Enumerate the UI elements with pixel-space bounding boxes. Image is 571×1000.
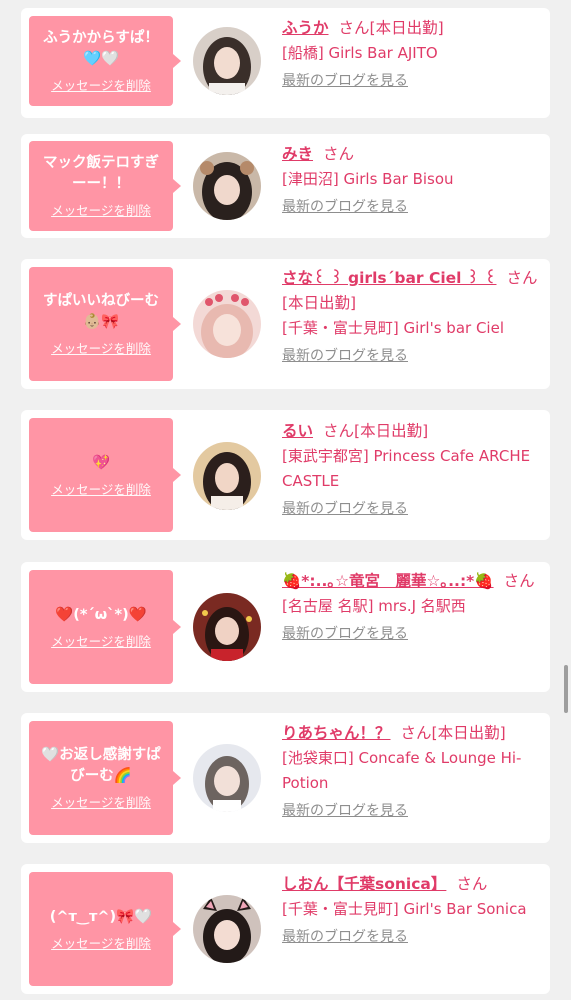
message-text: 💖 <box>91 454 111 471</box>
delete-message-link[interactable]: メッセージを削除 <box>51 479 151 498</box>
profile-name-link[interactable]: さな꒰ ꒱ girls´bar Ciel ꒱ ꒰ <box>282 269 496 287</box>
honorific: さん <box>506 269 538 287</box>
avatar-image <box>193 152 261 220</box>
message-bubble: マック飯テロすぎーー！！ メッセージを削除 <box>29 141 173 231</box>
honorific: さん <box>323 145 355 163</box>
message-bubble: (^ᴛ‿ᴛ^)🎀🤍 メッセージを削除 <box>29 872 173 986</box>
honorific: さん <box>456 875 488 893</box>
honorific: さん <box>503 572 535 590</box>
message-card: ふうかからすぱ！🩵🤍 メッセージを削除 ふうか さん[本日出勤] [船橋] Gir… <box>21 8 550 118</box>
profile-name-link[interactable]: しおん【千葉sonica】 <box>282 875 446 893</box>
profile-name-link[interactable]: みき <box>282 145 313 163</box>
avatar[interactable] <box>193 744 261 812</box>
shop-label: [千葉・富士見町] Girl's bar Ciel <box>282 319 504 337</box>
message-card: 💖 メッセージを削除 るい さん[本日出勤] [東武宇都宮] Princess C… <box>21 410 550 540</box>
profile-info: みき さん [津田沼] Girls Bar Bisou 最新のブログを見る <box>282 142 544 218</box>
attendance-tag: [本日出勤] <box>369 19 444 37</box>
message-text: ❤️(*´ω`*)❤️ <box>55 606 147 623</box>
message-card: ❤️(*´ω`*)❤️ メッセージを削除 🍓*:..｡☆竜宮 麗華☆｡..:*🍓… <box>21 562 550 692</box>
profile-name-link[interactable]: 🍓*:..｡☆竜宮 麗華☆｡..:*🍓 <box>282 572 494 590</box>
message-text: ふうかからすぱ！🩵🤍 <box>43 30 159 67</box>
shop-label: [千葉・富士見町] Girl's Bar Sonica <box>282 900 527 918</box>
shop-label: [津田沼] Girls Bar Bisou <box>282 170 454 188</box>
delete-message-link[interactable]: メッセージを削除 <box>51 75 151 94</box>
delete-message-link[interactable]: メッセージを削除 <box>51 933 151 952</box>
message-text: すぱいいねびーむ👶🏼🎀 <box>43 293 159 330</box>
profile-name-link[interactable]: るい <box>282 422 313 440</box>
latest-blog-link[interactable]: 最新のブログを見る <box>282 345 408 367</box>
honorific: さん <box>338 19 370 37</box>
avatar-image <box>193 442 261 510</box>
avatar-image <box>193 27 261 95</box>
message-card: すぱいいねびーむ👶🏼🎀 メッセージを削除 さな꒰ ꒱ girls´bar Cie… <box>21 259 550 389</box>
latest-blog-link[interactable]: 最新のブログを見る <box>282 498 408 520</box>
shop-label: [東武宇都宮] Princess Cafe ARCHE CASTLE <box>282 447 531 490</box>
profile-info: りあちゃん！？ さん[本日出勤] [池袋東口] Concafe & Lounge … <box>282 721 544 822</box>
avatar[interactable] <box>193 152 261 220</box>
avatar[interactable] <box>193 442 261 510</box>
latest-blog-link[interactable]: 最新のブログを見る <box>282 196 408 218</box>
profile-name-link[interactable]: ふうか <box>282 19 329 37</box>
avatar-image <box>193 593 261 661</box>
latest-blog-link[interactable]: 最新のブログを見る <box>282 926 408 948</box>
message-text: (^ᴛ‿ᴛ^)🎀🤍 <box>49 908 153 925</box>
attendance-tag: [本日出勤] <box>282 294 357 312</box>
profile-info: しおん【千葉sonica】 さん [千葉・富士見町] Girl's Bar Son… <box>282 872 544 948</box>
message-bubble: ふうかからすぱ！🩵🤍 メッセージを削除 <box>29 16 173 106</box>
latest-blog-link[interactable]: 最新のブログを見る <box>282 623 408 645</box>
avatar[interactable] <box>193 593 261 661</box>
attendance-tag: [本日出勤] <box>431 724 506 742</box>
avatar-image <box>193 290 261 358</box>
message-bubble: ❤️(*´ω`*)❤️ メッセージを削除 <box>29 570 173 684</box>
shop-label: [名古屋 名駅] mrs.J 名駅西 <box>282 597 466 615</box>
avatar-image <box>193 744 261 812</box>
message-text: マック飯テロすぎーー！！ <box>43 155 159 192</box>
avatar[interactable] <box>193 290 261 358</box>
message-card: (^ᴛ‿ᴛ^)🎀🤍 メッセージを削除 しおん【千葉sonica】 さん [千葉・富… <box>21 864 550 994</box>
message-card: マック飯テロすぎーー！！ メッセージを削除 みき さん [津田沼] Girls B… <box>21 134 550 238</box>
profile-info: ふうか さん[本日出勤] [船橋] Girls Bar AJITO 最新のブログを… <box>282 16 544 92</box>
delete-message-link[interactable]: メッセージを削除 <box>51 338 151 357</box>
profile-info: 🍓*:..｡☆竜宮 麗華☆｡..:*🍓 さん [名古屋 名駅] mrs.J 名駅西… <box>282 569 544 645</box>
avatar[interactable] <box>193 27 261 95</box>
honorific: さん <box>400 724 432 742</box>
message-bubble: 🤍お返し感謝すぱびーむ🌈 メッセージを削除 <box>29 721 173 835</box>
avatar[interactable] <box>193 895 261 963</box>
latest-blog-link[interactable]: 最新のブログを見る <box>282 70 408 92</box>
message-card: 🤍お返し感謝すぱびーむ🌈 メッセージを削除 りあちゃん！？ さん[本日出勤] [池… <box>21 713 550 843</box>
delete-message-link[interactable]: メッセージを削除 <box>51 631 151 650</box>
message-bubble: すぱいいねびーむ👶🏼🎀 メッセージを削除 <box>29 267 173 381</box>
profile-name-link[interactable]: りあちゃん！？ <box>282 724 391 742</box>
avatar-image <box>193 895 261 963</box>
delete-message-link[interactable]: メッセージを削除 <box>51 200 151 219</box>
delete-message-link[interactable]: メッセージを削除 <box>51 792 151 811</box>
latest-blog-link[interactable]: 最新のブログを見る <box>282 800 408 822</box>
scrollbar[interactable] <box>564 665 568 713</box>
profile-info: るい さん[本日出勤] [東武宇都宮] Princess Cafe ARCHE C… <box>282 419 544 520</box>
attendance-tag: [本日出勤] <box>354 422 429 440</box>
message-text: 🤍お返し感謝すぱびーむ🌈 <box>41 747 161 784</box>
shop-label: [船橋] Girls Bar AJITO <box>282 44 438 62</box>
shop-label: [池袋東口] Concafe & Lounge Hi-Potion <box>282 749 522 792</box>
message-bubble: 💖 メッセージを削除 <box>29 418 173 532</box>
honorific: さん <box>323 422 355 440</box>
profile-info: さな꒰ ꒱ girls´bar Ciel ꒱ ꒰ さん [本日出勤] [千葉・富士見… <box>282 266 544 367</box>
